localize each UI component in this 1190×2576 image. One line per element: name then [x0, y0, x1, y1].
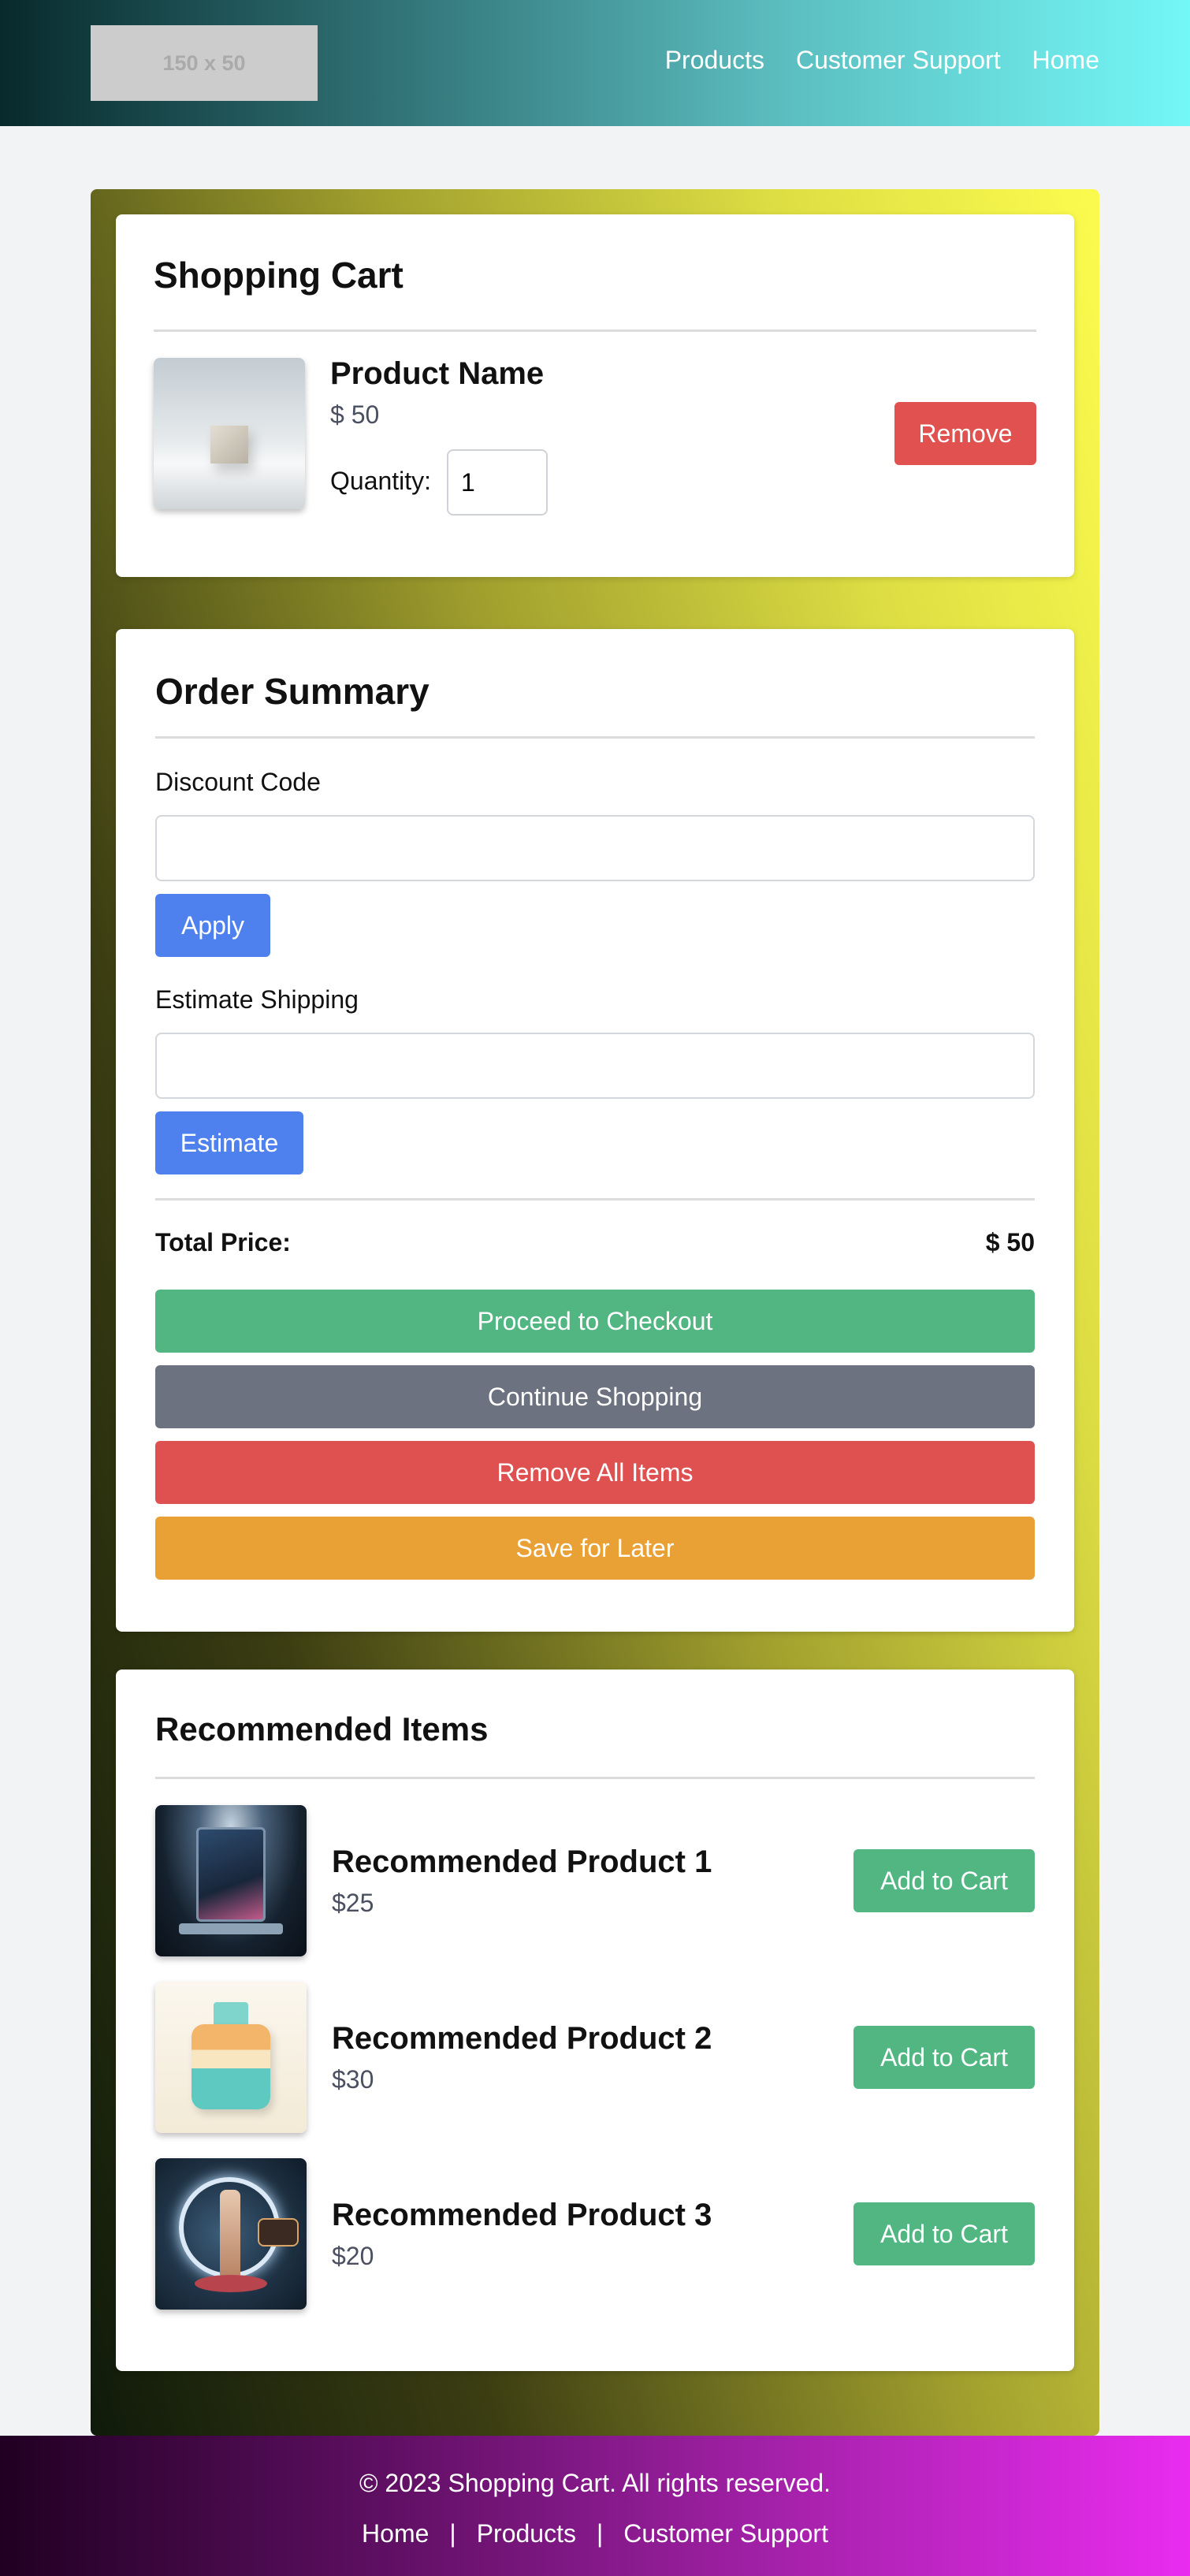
- recommended-divider: [155, 1777, 1035, 1779]
- recommended-product-3-name[interactable]: Recommended Product 3: [332, 2198, 712, 2233]
- product-image: [154, 358, 305, 509]
- footer-separator: |: [449, 2519, 456, 2548]
- footer-link-home[interactable]: Home: [362, 2519, 429, 2548]
- recommended-product-1-image[interactable]: [155, 1805, 307, 1956]
- add-to-cart-button-3[interactable]: Add to Cart: [853, 2202, 1035, 2265]
- estimate-shipping-input[interactable]: [155, 1033, 1035, 1099]
- nav-link-home[interactable]: Home: [1032, 46, 1099, 75]
- footer-link-products[interactable]: Products: [477, 2519, 576, 2548]
- remove-all-items-button[interactable]: Remove All Items: [155, 1441, 1035, 1504]
- recommended-items-card: Recommended Items Recommended Product 1 …: [116, 1670, 1074, 2371]
- estimate-shipping-label: Estimate Shipping: [155, 985, 359, 1014]
- recommended-product-3-price: $20: [332, 2242, 374, 2270]
- recommended-product-2-name[interactable]: Recommended Product 2: [332, 2021, 712, 2057]
- quantity-label: Quantity:: [330, 467, 432, 495]
- continue-shopping-button[interactable]: Continue Shopping: [155, 1365, 1035, 1428]
- recommended-product-3-image[interactable]: [155, 2158, 307, 2310]
- remove-item-button[interactable]: Remove: [894, 402, 1036, 465]
- save-for-later-button[interactable]: Save for Later: [155, 1517, 1035, 1580]
- recommended-product-2-image[interactable]: [155, 1982, 307, 2133]
- total-price-value: $ 50: [985, 1228, 1035, 1256]
- product-name: Product Name: [330, 356, 545, 391]
- apply-button[interactable]: Apply: [155, 894, 270, 957]
- total-divider: [155, 1198, 1035, 1201]
- shopping-cart-card: Shopping Cart Product Name $ 50 Quantity…: [116, 214, 1074, 577]
- discount-code-input[interactable]: [155, 815, 1035, 881]
- product-price: $ 50: [330, 400, 380, 429]
- total-price-label: Total Price:: [155, 1228, 291, 1256]
- recommended-product-1-price: $25: [332, 1889, 374, 1917]
- main-nav: Products Customer Support Home: [665, 46, 1099, 75]
- add-to-cart-button-1[interactable]: Add to Cart: [853, 1849, 1035, 1912]
- site-header: 150 x 50 Products Customer Support Home: [0, 0, 1190, 126]
- cart-title: Shopping Cart: [154, 255, 403, 296]
- footer-links: Home | Products | Customer Support: [0, 2519, 1190, 2548]
- quantity-input[interactable]: [447, 449, 548, 516]
- cart-divider: [154, 329, 1036, 332]
- discount-code-label: Discount Code: [155, 768, 321, 796]
- recommended-product-1-name[interactable]: Recommended Product 1: [332, 1845, 712, 1880]
- recommended-product-2-price: $30: [332, 2065, 374, 2094]
- logo-placeholder[interactable]: 150 x 50: [91, 25, 318, 101]
- proceed-to-checkout-button[interactable]: Proceed to Checkout: [155, 1290, 1035, 1353]
- order-summary-card: Order Summary Discount Code Apply Estima…: [116, 629, 1074, 1632]
- footer-separator: |: [596, 2519, 604, 2548]
- site-footer: © 2023 Shopping Cart. All rights reserve…: [0, 2436, 1190, 2576]
- recommended-title: Recommended Items: [155, 1711, 489, 1748]
- copyright-text: © 2023 Shopping Cart. All rights reserve…: [359, 2469, 831, 2497]
- summary-title: Order Summary: [155, 671, 430, 712]
- estimate-button[interactable]: Estimate: [155, 1111, 303, 1174]
- add-to-cart-button-2[interactable]: Add to Cart: [853, 2026, 1035, 2089]
- footer-link-customer-support[interactable]: Customer Support: [623, 2519, 828, 2548]
- summary-divider: [155, 736, 1035, 739]
- nav-link-products[interactable]: Products: [665, 46, 764, 75]
- nav-link-customer-support[interactable]: Customer Support: [796, 46, 1001, 75]
